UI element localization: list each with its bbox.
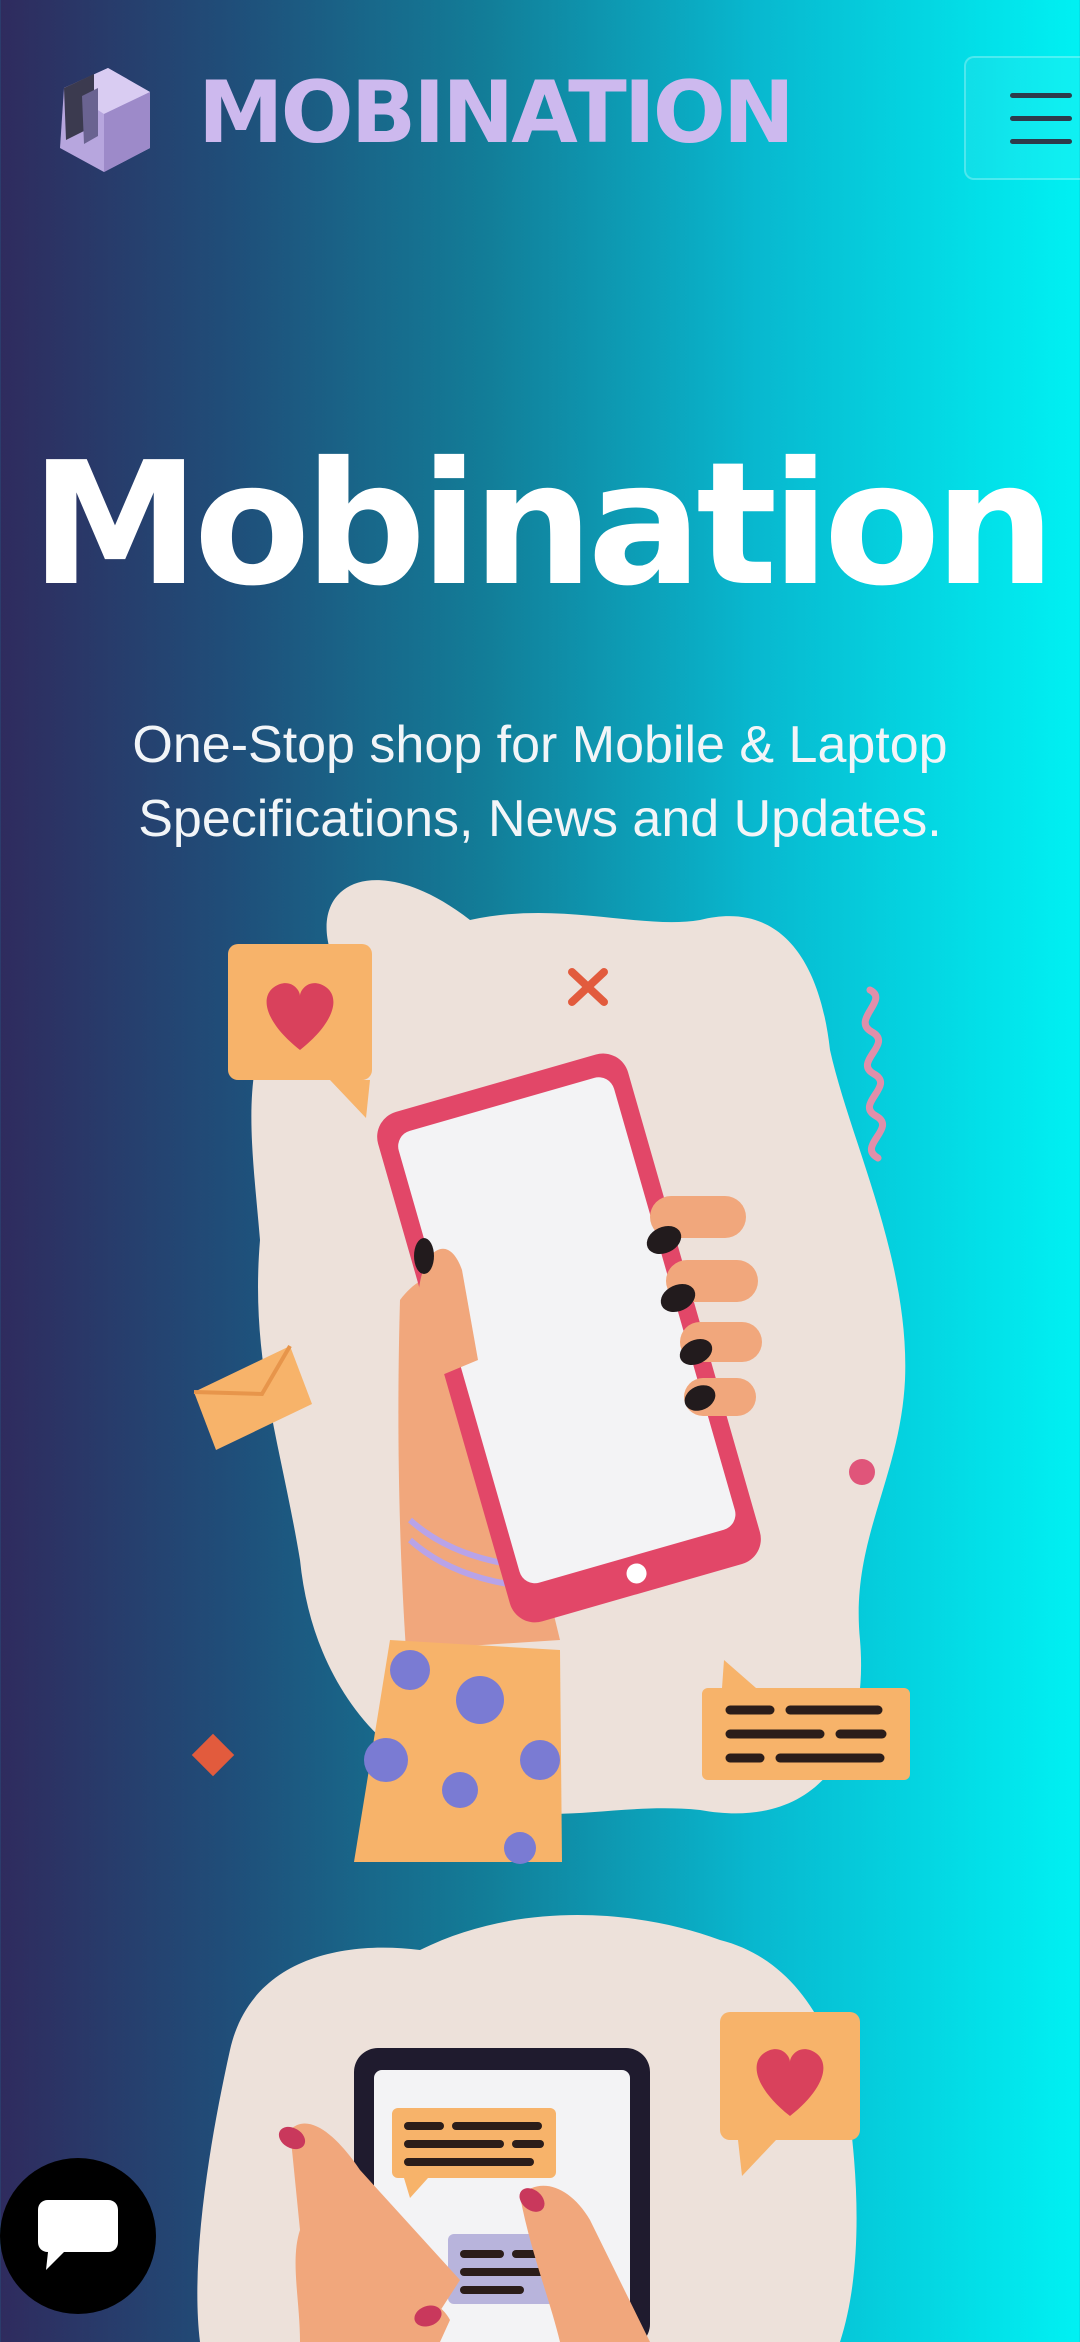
hand-holding-tablet-illustration <box>197 1915 860 2342</box>
chat-button[interactable] <box>0 2158 156 2314</box>
chat-bubble-icon <box>38 2200 118 2270</box>
